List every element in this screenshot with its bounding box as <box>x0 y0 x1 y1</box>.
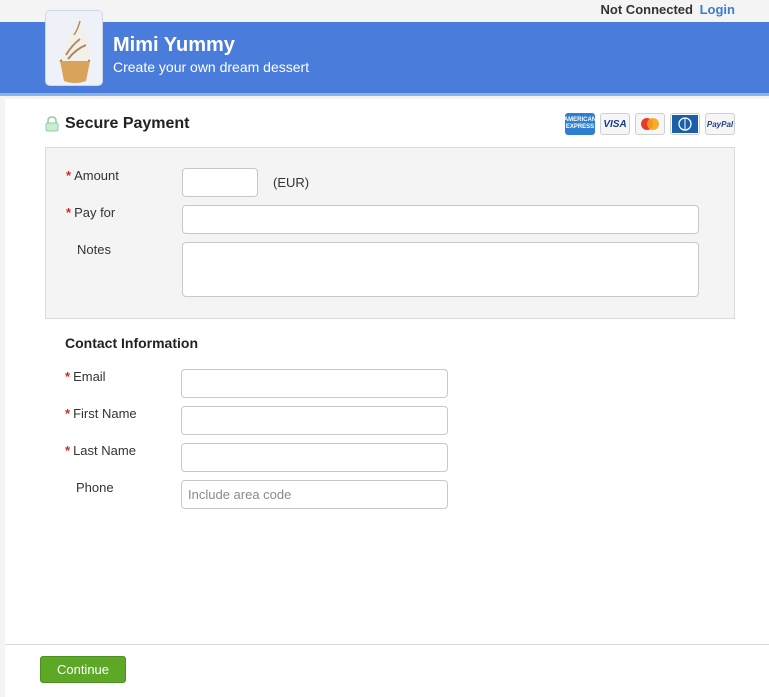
footer-divider <box>5 644 769 645</box>
payment-details-box: * Amount (EUR) * Pay for Notes <box>45 147 735 319</box>
login-link[interactable]: Login <box>700 2 735 17</box>
connection-status-text: Not Connected <box>600 2 693 17</box>
phone-input[interactable] <box>181 480 448 509</box>
pay-for-label: * Pay for <box>66 205 116 220</box>
email-label: * Email <box>65 369 106 384</box>
first-name-label: * First Name <box>65 406 137 421</box>
required-marker: * <box>65 406 71 421</box>
paypal-card-icon: PayPal <box>705 113 735 135</box>
email-input[interactable] <box>181 369 448 398</box>
main-content: Secure Payment AMERICAN EXPRESS VISA Pay… <box>5 99 769 697</box>
first-name-input[interactable] <box>181 406 448 435</box>
site-title: Mimi Yummy <box>113 34 235 56</box>
secure-payment-title: Secure Payment <box>65 115 190 132</box>
site-subtitle: Create your own dream dessert <box>113 59 310 75</box>
mastercard-card-icon <box>635 113 665 135</box>
contact-information-title: Contact Information <box>65 335 198 351</box>
lock-icon <box>45 116 59 132</box>
pay-for-input[interactable] <box>182 205 699 234</box>
last-name-label: * Last Name <box>65 443 136 458</box>
amex-card-icon: AMERICAN EXPRESS <box>564 113 596 135</box>
last-name-input[interactable] <box>181 443 448 472</box>
required-marker: * <box>66 168 72 183</box>
notes-label: Notes <box>77 242 111 257</box>
amount-input[interactable] <box>182 168 258 197</box>
header-banner: Mimi Yummy Create your own dream dessert <box>0 22 769 96</box>
required-marker: * <box>66 205 72 220</box>
required-marker: * <box>65 369 71 384</box>
top-status-bar: Not Connected Login <box>0 0 769 22</box>
notes-textarea[interactable] <box>182 242 699 297</box>
amount-label: * Amount <box>66 168 119 183</box>
required-marker: * <box>65 443 71 458</box>
continue-button[interactable]: Continue <box>40 656 126 683</box>
phone-label: Phone <box>76 480 114 495</box>
connection-status: Not Connected Login <box>601 2 735 17</box>
diners-club-card-icon <box>670 113 700 135</box>
visa-card-icon: VISA <box>600 113 630 135</box>
cupcake-logo-icon <box>45 10 103 86</box>
currency-label: (EUR) <box>273 175 310 190</box>
accepted-cards: AMERICAN EXPRESS VISA PayPal <box>564 113 735 135</box>
secure-payment-heading: Secure Payment <box>45 115 190 133</box>
